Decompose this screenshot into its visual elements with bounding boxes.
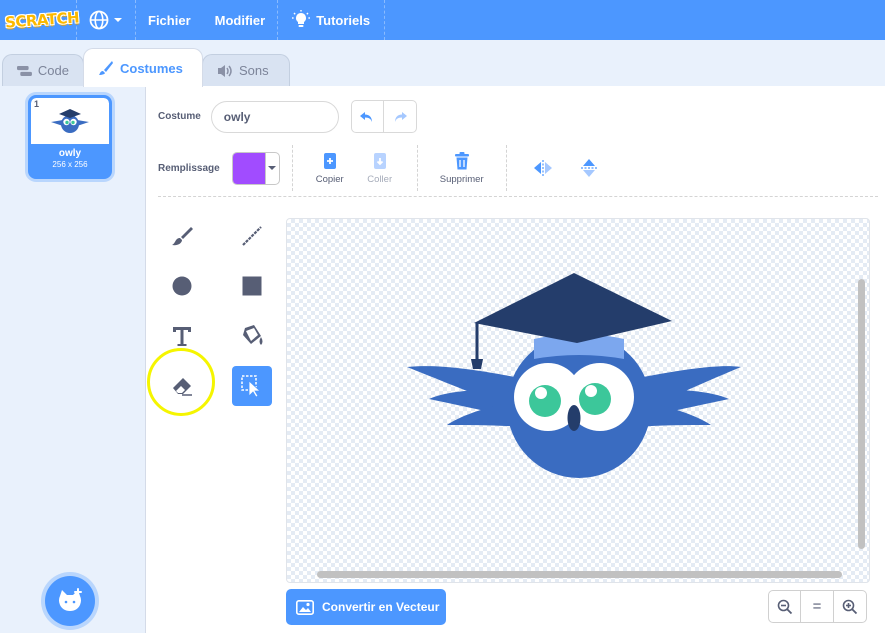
tab-costumes-label: Costumes <box>120 60 183 76</box>
zoom-controls: = <box>768 590 867 623</box>
costume-size: 256 x 256 <box>52 160 88 169</box>
brush-icon <box>99 61 113 75</box>
costume-list: 1 owly 256 x 256 <box>0 86 146 633</box>
costume-number: 1 <box>34 99 40 109</box>
chevron-down-icon <box>114 18 122 22</box>
toolbar-divider <box>416 145 418 191</box>
zoom-in-icon <box>842 599 858 614</box>
globe-icon <box>89 10 109 30</box>
tutorials-label: Tutoriels <box>316 12 371 28</box>
copy-button[interactable]: Copier <box>305 151 355 185</box>
costume-name: owly <box>58 148 82 159</box>
paint-editor: Costume owly Remplissage Copier Coller S… <box>146 86 885 633</box>
circle-icon <box>172 276 192 296</box>
lightbulb-icon <box>292 10 311 27</box>
copy-icon <box>323 153 336 169</box>
fill-tool[interactable] <box>232 316 272 356</box>
costume-name-row: Costume owly <box>158 100 417 133</box>
language-menu[interactable] <box>77 0 135 40</box>
costume-item[interactable]: 1 owly 256 x 256 <box>28 95 112 179</box>
zoom-out-button[interactable] <box>768 590 801 623</box>
circle-tool[interactable] <box>162 266 202 306</box>
undo-icon <box>360 111 373 122</box>
toolbar-divider <box>505 145 507 191</box>
zoom-reset-button[interactable]: = <box>801 590 834 623</box>
tutorials-menu[interactable]: Tutoriels <box>278 0 384 40</box>
vertical-scrollbar[interactable] <box>858 279 865 549</box>
convert-to-vector-button[interactable]: Convertir en Vecteur <box>286 589 446 625</box>
flip-vertical-button[interactable] <box>569 157 609 179</box>
line-tool[interactable] <box>232 216 272 256</box>
eraser-highlight-ring <box>147 348 215 416</box>
undo-button[interactable] <box>350 100 384 133</box>
costume-name-input[interactable]: owly <box>210 100 339 133</box>
delete-label: Supprimer <box>439 174 484 185</box>
paint-bucket-icon <box>243 325 263 345</box>
owl-thumbnail-image <box>51 109 89 133</box>
delete-button[interactable]: Supprimer <box>430 151 494 185</box>
code-icon <box>17 65 32 76</box>
owl-costume-image <box>407 273 741 478</box>
menu-divider <box>384 0 386 40</box>
editor-tabs: Code Costumes Sons <box>0 40 885 87</box>
tab-sounds[interactable]: Sons <box>202 54 290 86</box>
tab-sounds-label: Sons <box>239 63 269 78</box>
text-icon <box>173 327 191 346</box>
fill-label: Remplissage <box>158 162 220 174</box>
brush-tool[interactable] <box>162 216 202 256</box>
add-costume-button[interactable] <box>45 576 95 626</box>
paste-icon <box>373 153 386 169</box>
undo-redo-group <box>350 100 417 133</box>
flip-horizontal-button[interactable] <box>523 159 563 177</box>
trash-icon <box>454 152 469 170</box>
fill-tools-row: Remplissage Copier Coller Supprimer <box>158 140 878 196</box>
paste-label: Coller <box>367 174 393 185</box>
select-icon <box>241 375 262 398</box>
fill-color-picker[interactable] <box>231 151 280 185</box>
zoom-in-button[interactable] <box>834 590 867 623</box>
costume-thumbnail: 1 <box>31 98 109 144</box>
flip-vertical-icon <box>580 159 597 177</box>
toolbar-divider <box>291 145 293 191</box>
convert-label: Convertir en Vecteur <box>322 600 440 614</box>
speaker-icon <box>218 64 232 77</box>
fill-color-swatch <box>232 152 265 184</box>
brush-icon <box>172 227 193 246</box>
cat-plus-icon <box>59 588 82 611</box>
scratch-logo[interactable]: SCRATCH <box>4 6 79 34</box>
paste-button[interactable]: Coller <box>355 151 405 185</box>
zoom-out-icon <box>777 599 792 614</box>
select-tool[interactable] <box>232 366 272 406</box>
costume-label: Costume <box>158 111 201 122</box>
redo-button[interactable] <box>383 100 417 133</box>
rectangle-tool[interactable] <box>232 266 272 306</box>
zoom-reset-label: = <box>812 598 822 615</box>
chevron-down-icon <box>264 152 279 184</box>
tab-code[interactable]: Code <box>2 54 84 86</box>
image-icon <box>296 599 314 615</box>
tab-code-label: Code <box>37 63 69 78</box>
line-icon <box>242 226 262 246</box>
file-menu[interactable]: Fichier <box>136 0 203 40</box>
redo-icon <box>394 111 407 122</box>
menu-bar: SCRATCH Fichier Modifier Tutoriels <box>0 0 885 40</box>
tab-costumes[interactable]: Costumes <box>83 48 203 87</box>
paint-canvas[interactable] <box>286 218 870 583</box>
copy-label: Copier <box>315 174 344 185</box>
horizontal-scrollbar[interactable] <box>317 571 842 578</box>
rectangle-icon <box>242 276 262 296</box>
logo-text: SCRATCH <box>4 8 80 32</box>
flip-horizontal-icon <box>533 160 552 176</box>
edit-menu[interactable]: Modifier <box>203 0 278 40</box>
toolbar-divider <box>158 196 878 197</box>
